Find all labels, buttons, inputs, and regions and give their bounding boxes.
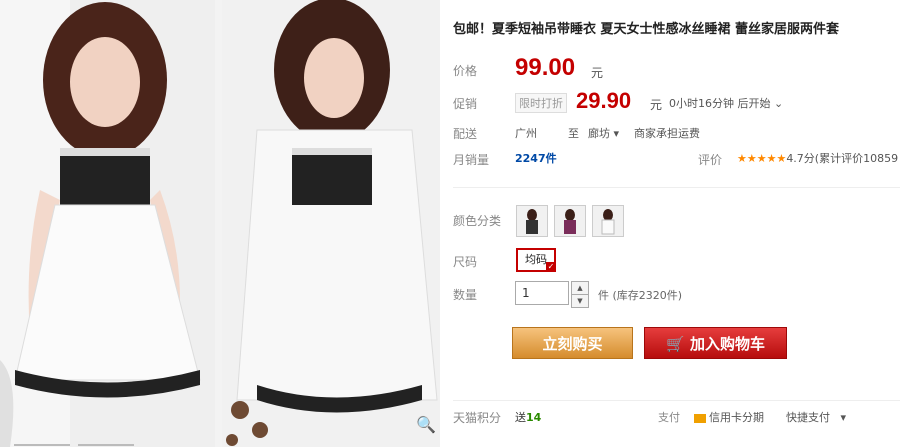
price-label: 价格 (453, 64, 478, 78)
points-value: 送14 (515, 411, 542, 424)
points-label: 天猫积分 (453, 411, 502, 425)
divider (453, 187, 900, 188)
delivery-to-label: 至 (568, 127, 579, 140)
delivery-fee: 商家承担运费 (634, 127, 700, 140)
stock-text: 件 (库存2320件) (598, 289, 683, 302)
quantity-input[interactable]: 1 (515, 281, 569, 305)
credit-installment[interactable]: 信用卡分期 (694, 409, 764, 425)
divider (453, 400, 900, 401)
color-swatch-purple[interactable] (554, 205, 586, 237)
add-to-cart-button[interactable]: 🛒 加入购物车 (644, 327, 787, 359)
review-label: 评价 (698, 153, 723, 167)
quantity-label: 数量 (453, 288, 478, 302)
price-unit: 元 (591, 66, 604, 80)
dropdown-arrow-icon: ▾ (613, 127, 620, 140)
promo-tag: 限时打折 (515, 93, 567, 113)
magnifier-icon[interactable]: 🔍 (416, 415, 436, 434)
payment-label: 支付 (658, 411, 680, 424)
cart-icon: 🛒 (666, 335, 685, 353)
product-info: 包邮！夏季短袖吊带睡衣 夏天女士性感冰丝睡裙 蕾丝家居服两件套 价格 99.00… (453, 0, 900, 447)
chevron-down-icon: ⌄ (774, 97, 784, 110)
color-swatch-black[interactable] (516, 205, 548, 237)
sales-label: 月销量 (453, 153, 490, 167)
product-photo-front[interactable] (0, 0, 215, 447)
original-price: 99.00 (515, 54, 576, 81)
monthly-sales: 2247件 (515, 152, 557, 165)
promo-unit: 元 (650, 98, 663, 112)
promo-price: 29.90 (576, 88, 632, 113)
color-swatch-white[interactable] (592, 205, 624, 237)
credit-card-icon (694, 413, 706, 423)
rating-stars[interactable]: ★★★★★4.7分(累计评价10859 (737, 150, 898, 166)
buy-now-button[interactable]: 立刻购买 (512, 327, 633, 359)
promo-label: 促销 (453, 97, 478, 111)
quantity-down-button[interactable]: ▼ (571, 294, 589, 308)
delivery-to-select[interactable]: 廊坊 ▾ (588, 125, 619, 141)
delivery-from: 广州 (515, 127, 537, 140)
product-title: 包邮！夏季短袖吊带睡衣 夏天女士性感冰丝睡裙 蕾丝家居服两件套 (453, 22, 840, 37)
quantity-up-button[interactable]: ▲ (571, 281, 589, 295)
dropdown-arrow-icon: ▾ (840, 411, 847, 424)
promo-timer[interactable]: 0小时16分钟 后开始 ⌄ (669, 95, 783, 111)
product-gallery: 🔍 (0, 0, 440, 447)
thumbnail-strip (14, 437, 144, 447)
check-icon: ✓ (546, 262, 556, 272)
star-icons: ★★★★★ (737, 152, 787, 165)
product-photo-robe[interactable]: 🔍 (222, 0, 440, 447)
color-label: 颜色分类 (453, 214, 502, 228)
size-label: 尺码 (453, 255, 478, 269)
express-pay[interactable]: 快捷支付 ▾ (786, 409, 846, 425)
delivery-label: 配送 (453, 127, 478, 141)
